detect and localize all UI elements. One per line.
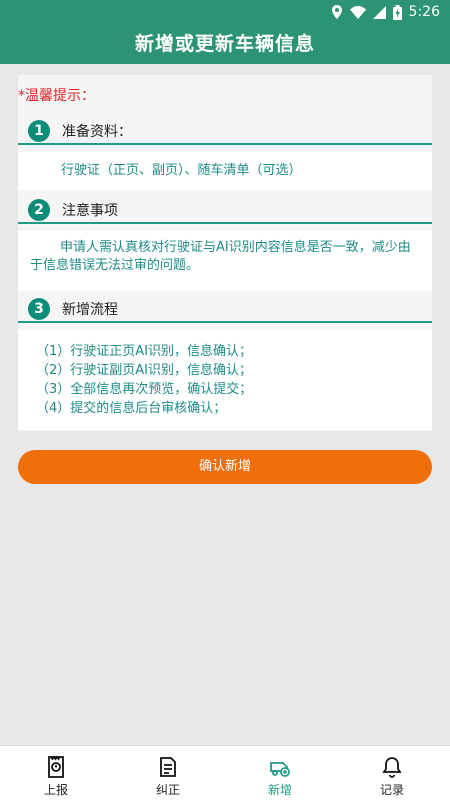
tab-label: 新增	[267, 783, 292, 797]
status-time: 5:26	[408, 4, 440, 20]
bottom-tab-bar: 上报 纠正 新增 记录	[0, 745, 450, 800]
wifi-icon	[349, 5, 366, 19]
step-number-badge: 1	[28, 120, 50, 142]
status-bar: 5:26	[0, 0, 450, 24]
section-notice-body: 申请人需认真核对行驶证与AI识别内容信息是否一致，减少由于信息错误无法过审的问题…	[18, 231, 432, 291]
section-process-header: 3 新增流程	[18, 295, 432, 323]
tab-correct[interactable]: 纠正	[112, 746, 224, 800]
location-icon	[331, 5, 342, 19]
section-prepare-body: 行驶证（正页、副页）、随车清单（可选）	[18, 152, 432, 190]
tab-report[interactable]: 上报	[0, 746, 112, 800]
tab-add[interactable]: 新增	[224, 746, 336, 800]
section-title: 新增流程	[62, 302, 118, 318]
signal-icon	[372, 5, 386, 19]
section-process-body: （1）行驶证正页AI识别，信息确认； （2）行驶证副页AI识别，信息确认； （3…	[18, 330, 432, 430]
section-title: 准备资料：	[62, 124, 132, 140]
correct-icon	[160, 757, 176, 777]
section-prepare-header: 1 准备资料：	[18, 117, 432, 145]
add-vehicle-icon	[270, 762, 290, 777]
process-step: （1）行驶证正页AI识别，信息确认；	[36, 344, 252, 359]
tab-label: 纠正	[155, 783, 180, 797]
section-title: 注意事项	[62, 203, 118, 219]
page-title: 新增或更新车辆信息	[134, 33, 315, 55]
battery-icon	[392, 4, 402, 20]
process-step: （3）全部信息再次预览，确认提交；	[36, 382, 253, 397]
tab-label: 记录	[379, 783, 404, 797]
step-number-badge: 3	[28, 298, 50, 320]
bell-icon	[382, 757, 402, 778]
process-step: （4）提交的信息后台审核确认；	[36, 401, 227, 416]
process-step: （2）行驶证副页AI识别，信息确认；	[36, 363, 252, 378]
confirm-add-button[interactable]: 确认新增	[18, 450, 432, 484]
tab-label: 上报	[43, 783, 68, 797]
step-number-badge: 2	[28, 199, 50, 221]
warm-tip-label: *温馨提示：	[18, 88, 95, 104]
report-icon	[48, 755, 64, 778]
tab-records[interactable]: 记录	[336, 746, 448, 800]
app-bar: 新增或更新车辆信息	[0, 24, 450, 64]
section-notice-header: 2 注意事项	[18, 196, 432, 224]
